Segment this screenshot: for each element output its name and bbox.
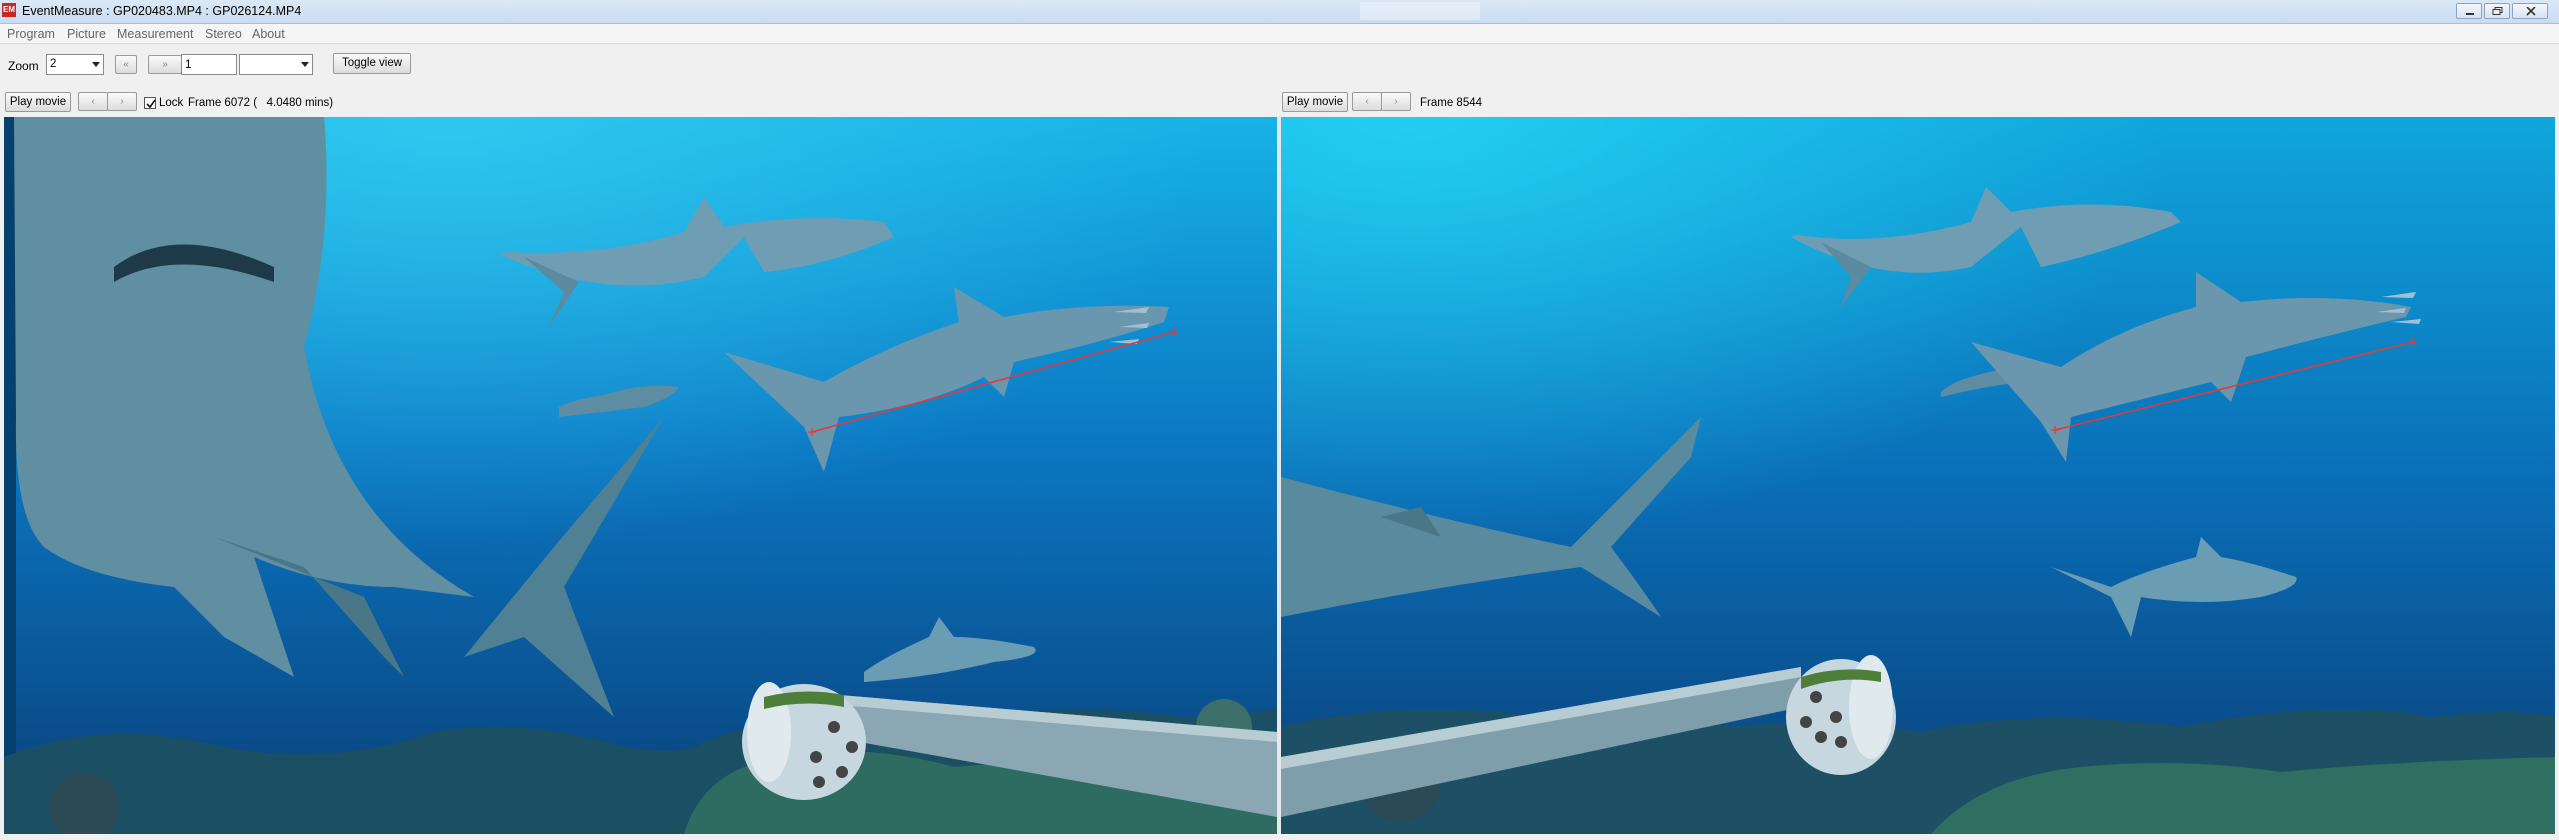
step-back-button[interactable]: «: [115, 55, 137, 74]
checkmark-icon: [146, 99, 156, 109]
minimize-icon: [2466, 13, 2474, 15]
menu-about[interactable]: About: [252, 27, 285, 41]
zoom-value: 2: [50, 58, 57, 70]
zoom-label: Zoom: [8, 59, 39, 73]
minimize-button[interactable]: [2456, 3, 2482, 19]
close-icon: [2526, 7, 2536, 16]
menu-stereo[interactable]: Stereo: [205, 27, 242, 41]
title-bar: EM EventMeasure : GP020483.MP4 : GP02612…: [0, 0, 2559, 24]
chevron-down-icon: [92, 62, 100, 67]
left-play-movie-button[interactable]: Play movie: [5, 92, 71, 112]
menu-measurement[interactable]: Measurement: [117, 27, 193, 41]
left-video-view[interactable]: [4, 117, 1277, 834]
close-button[interactable]: [2512, 3, 2548, 19]
mode-select[interactable]: [239, 54, 313, 75]
right-play-movie-button[interactable]: Play movie: [1282, 92, 1348, 112]
lock-checkbox[interactable]: [144, 97, 156, 109]
right-next-frame-button[interactable]: ›: [1381, 92, 1411, 111]
step-size-input[interactable]: [181, 54, 237, 75]
menu-picture[interactable]: Picture: [67, 27, 106, 41]
right-video-frame: [1281, 117, 2555, 834]
toggle-view-button[interactable]: Toggle view: [333, 53, 411, 74]
menu-program[interactable]: Program: [7, 27, 55, 41]
right-prev-frame-button[interactable]: ‹: [1352, 92, 1382, 111]
app-icon: EM: [2, 3, 16, 17]
left-prev-frame-button[interactable]: ‹: [78, 92, 108, 111]
lock-label: Lock: [159, 97, 184, 109]
restore-icon: [2492, 7, 2503, 15]
left-video-frame: [4, 117, 1277, 834]
right-frame-indicator: Frame 8544: [1420, 97, 1483, 109]
zoom-select[interactable]: 2: [46, 54, 104, 75]
step-forward-button[interactable]: »: [148, 55, 182, 74]
right-video-view[interactable]: [1281, 117, 2555, 834]
left-next-frame-button[interactable]: ›: [107, 92, 137, 111]
title-bar-reflection: [1360, 2, 1480, 20]
menu-bar: Program Picture Measurement Stereo About: [0, 24, 2559, 44]
restore-button[interactable]: [2484, 3, 2510, 19]
left-frame-indicator: Frame 6072 ( 4.0480 mins): [188, 97, 334, 109]
chevron-down-icon: [301, 62, 309, 67]
window-title: EventMeasure : GP020483.MP4 : GP026124.M…: [22, 4, 302, 18]
